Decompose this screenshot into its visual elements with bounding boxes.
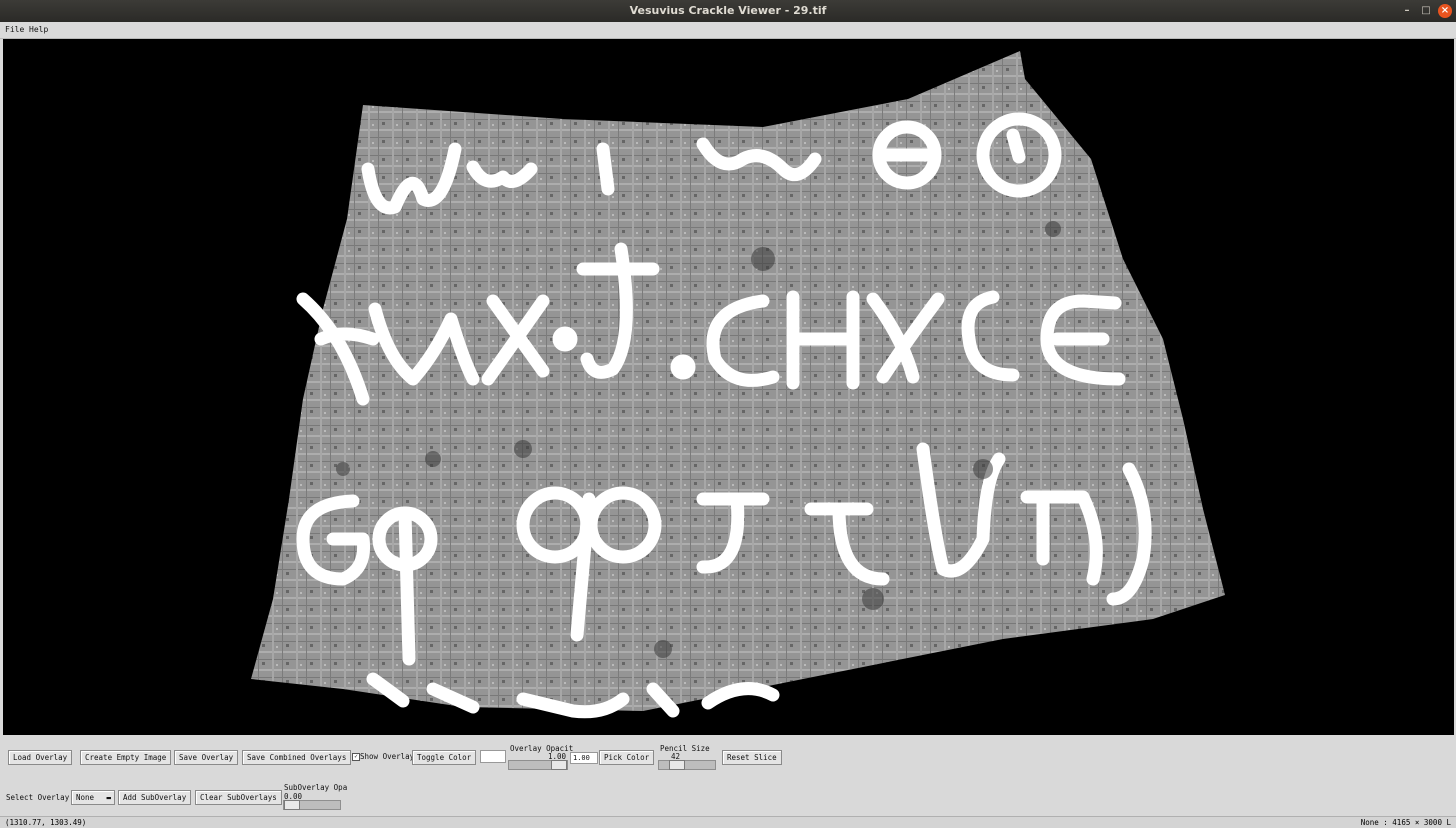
image-canvas[interactable] [3,39,1454,735]
toggle-color-button[interactable]: Toggle Color [412,750,477,765]
select-overlay-label: Select Overlay: [6,793,74,802]
window-title: Vesuvius Crackle Viewer - 29.tif [629,4,827,17]
create-empty-image-button[interactable]: Create Empty Image [80,750,172,765]
pencil-size-slider[interactable] [658,760,716,770]
add-suboverlay-button[interactable]: Add SubOverlay [118,790,192,805]
suboverlay-opacity-slider[interactable] [283,800,341,810]
maximize-icon[interactable]: □ [1419,4,1433,18]
menu-file[interactable]: File [5,25,24,34]
minimize-icon[interactable]: – [1400,4,1414,18]
menu-help[interactable]: Help [29,25,48,34]
reset-slice-button[interactable]: Reset Slice [722,750,782,765]
load-overlay-button[interactable]: Load Overlay [8,750,73,765]
status-bar: (1310.77, 1303.49) None : 4165 × 3000 L [0,816,1456,828]
window-titlebar: Vesuvius Crackle Viewer - 29.tif – □ × [0,0,1456,22]
scroll-image [251,51,1225,719]
select-overlay-dropdown[interactable]: None ▬ [71,790,115,805]
pencil-size-label: Pencil Size [660,744,710,753]
save-combined-overlays-button[interactable]: Save Combined Overlays [242,750,352,765]
overlay-color-swatch [480,750,506,763]
save-overlay-button[interactable]: Save Overlay [174,750,239,765]
suboverlay-opacity-thumb[interactable] [284,800,300,810]
show-overlay-label: Show Overlay [360,752,415,761]
pencil-size-thumb[interactable] [669,760,685,770]
overlay-opacity-entry[interactable]: 1.00 [570,752,598,764]
close-icon[interactable]: × [1438,4,1452,18]
controls-panel: Load Overlay Create Empty Image Save Ove… [0,736,1456,816]
image-info: None : 4165 × 3000 L [1360,818,1451,827]
select-overlay-value: None [76,793,95,802]
suboverlay-opacity-label: SubOverlay Opa [284,783,348,792]
dropdown-icon: ▬ [106,793,111,802]
overlay-opacity-slider[interactable] [508,760,568,770]
show-overlay-checkbox[interactable]: ✓ [352,753,360,761]
menu-bar: File Help [0,22,1456,39]
cursor-coordinates: (1310.77, 1303.49) [5,818,87,827]
overlay-opacity-thumb[interactable] [551,760,567,770]
pick-color-button[interactable]: Pick Color [599,750,655,765]
clear-suboverlays-button[interactable]: Clear SubOverlays [195,790,282,805]
